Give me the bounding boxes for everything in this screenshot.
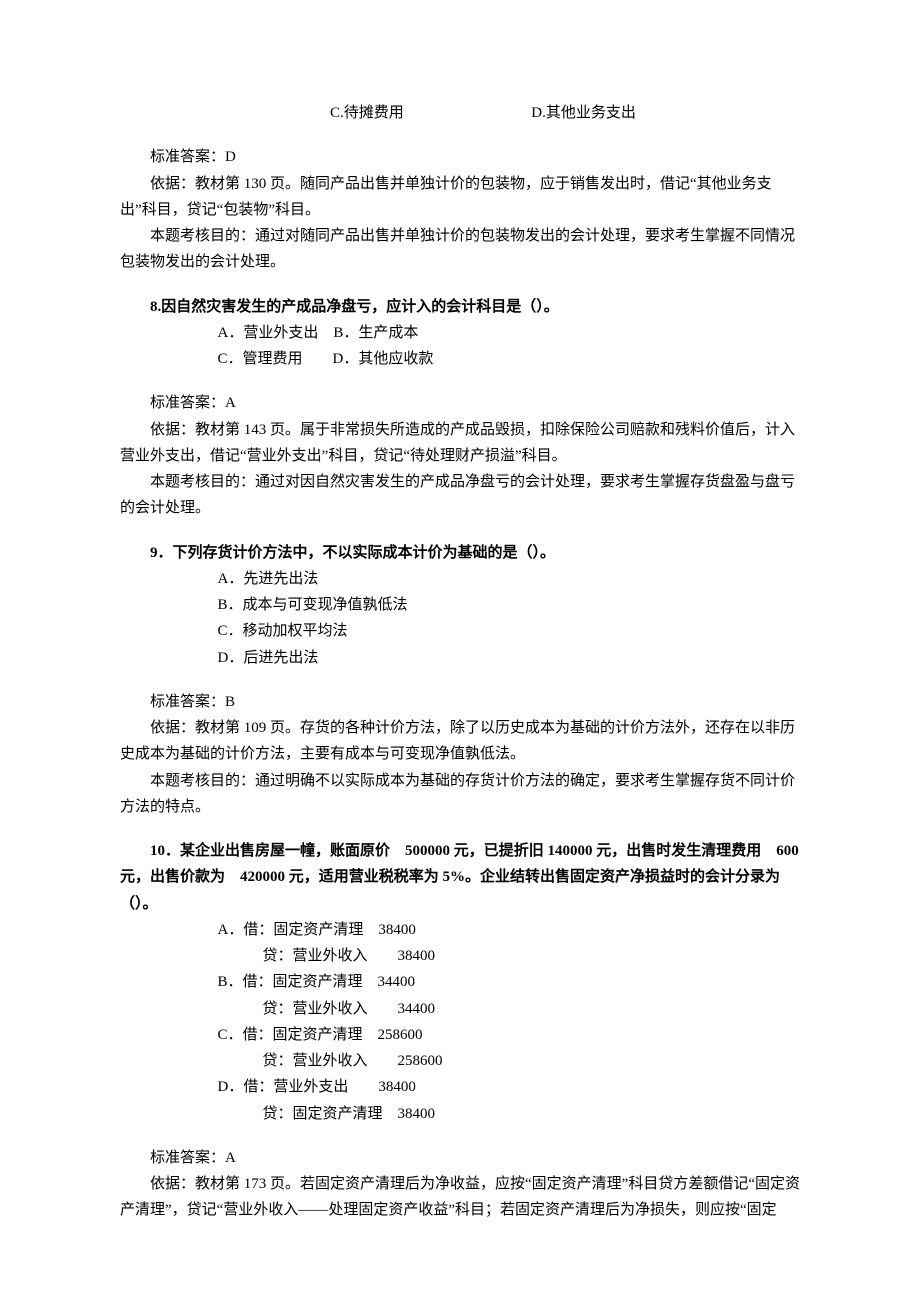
q8-options-line1: A．营业外支出 B．生产成本 <box>120 320 800 346</box>
q7-option-c: C.待摊费用 <box>330 105 404 121</box>
q9-answer-label: 标准答案：B <box>120 689 800 715</box>
q10-option-b-credit: 贷：营业外收入 34400 <box>120 996 800 1022</box>
q8-purpose: 本题考核目的：通过对因自然灾害发生的产成品净盘亏的会计处理，要求考生掌握存货盘盈… <box>120 469 800 522</box>
q10-answer-label: 标准答案：A <box>120 1145 800 1171</box>
q10-option-d-credit: 贷：固定资产清理 38400 <box>120 1101 800 1127</box>
q9-option-a: A．先进先出法 <box>120 566 800 592</box>
q8-basis: 依据：教材第 143 页。属于非常损失所造成的产成品毁损，扣除保险公司赔款和残料… <box>120 417 800 470</box>
q7-options-row: C.待摊费用 D.其他业务支出 <box>120 100 800 126</box>
q8-options-line2: C．管理费用 D．其他应收款 <box>120 346 800 372</box>
q10-option-a-credit: 贷：营业外收入 38400 <box>120 943 800 969</box>
q7-purpose: 本题考核目的：通过对随同产品出售并单独计价的包装物发出的会计处理，要求考生掌握不… <box>120 223 800 276</box>
q9-option-b: B．成本与可变现净值孰低法 <box>120 592 800 618</box>
q9-purpose: 本题考核目的：通过明确不以实际成本为基础的存货计价方法的确定，要求考生掌握存货不… <box>120 768 800 821</box>
q10-option-d-debit: D．借：营业外支出 38400 <box>120 1074 800 1100</box>
q7-answer-label: 标准答案：D <box>120 144 800 170</box>
q10-basis: 依据：教材第 173 页。若固定资产清理后为净收益，应按“固定资产清理”科目贷方… <box>120 1171 800 1224</box>
q10-option-b-debit: B．借：固定资产清理 34400 <box>120 969 800 995</box>
q8-stem: 8.因自然灾害发生的产成品净盘亏，应计入的会计科目是（）。 <box>120 294 800 320</box>
q8-answer-label: 标准答案：A <box>120 390 800 416</box>
q7-option-d: D.其他业务支出 <box>531 105 636 121</box>
q9-basis: 依据：教材第 109 页。存货的各种计价方法，除了以历史成本为基础的计价方法外，… <box>120 715 800 768</box>
q10-option-a-debit: A．借：固定资产清理 38400 <box>120 917 800 943</box>
q7-basis: 依据：教材第 130 页。随同产品出售并单独计价的包装物，应于销售发出时，借记“… <box>120 171 800 224</box>
q10-option-c-debit: C．借：固定资产清理 258600 <box>120 1022 800 1048</box>
q9-option-d: D．后进先出法 <box>120 645 800 671</box>
q10-option-c-credit: 贷：营业外收入 258600 <box>120 1048 800 1074</box>
q9-stem: 9．下列存货计价方法中，不以实际成本计价为基础的是（）。 <box>120 540 800 566</box>
q9-option-c: C．移动加权平均法 <box>120 618 800 644</box>
q10-stem: 10．某企业出售房屋一幢，账面原价 500000 元，已提折旧 140000 元… <box>120 838 800 917</box>
